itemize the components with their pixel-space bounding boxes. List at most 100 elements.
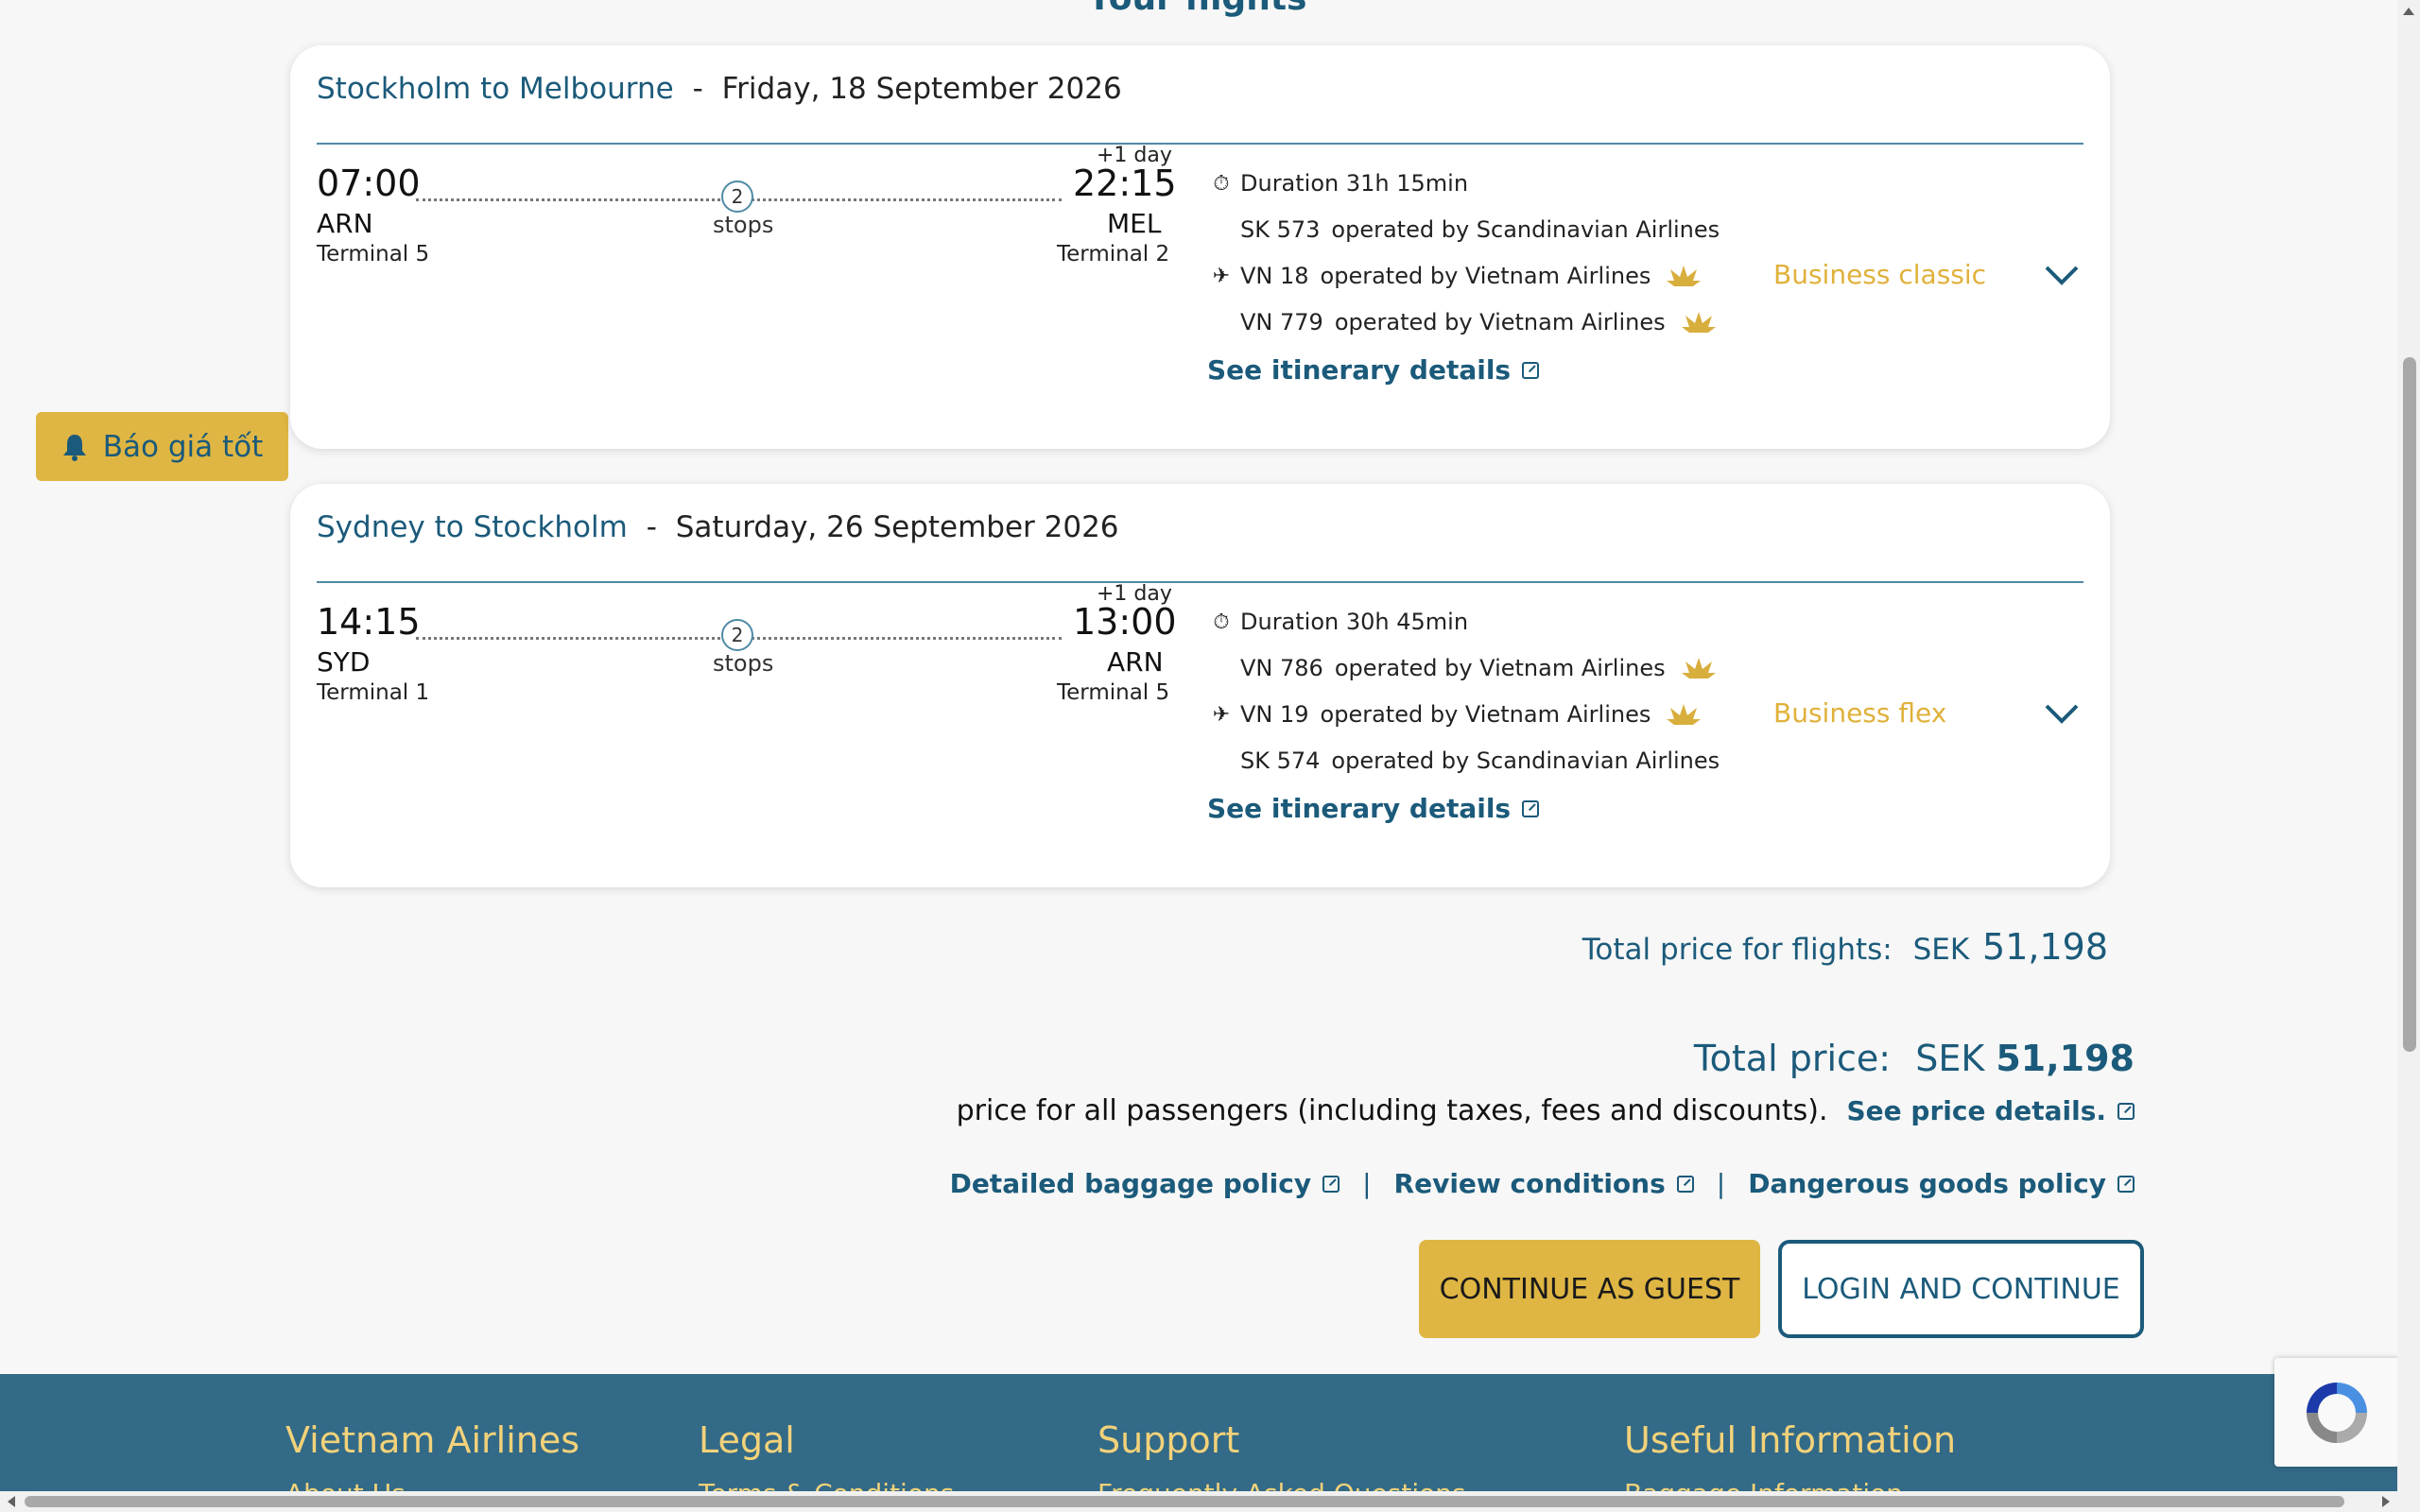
segment-operator: operated by Vietnam Airlines — [1320, 701, 1651, 728]
segment-operator: operated by Vietnam Airlines — [1334, 309, 1666, 335]
flight-date: Saturday, 26 September 2026 — [675, 510, 1119, 544]
segment-flight-number: SK 573 — [1240, 216, 1321, 243]
stops-label: stops — [713, 212, 774, 238]
external-link-icon — [1676, 1175, 1694, 1193]
segment-row: ✈ VN 19 operated by Vietnam Airlines — [1213, 701, 1702, 728]
scroll-right-arrow-icon[interactable] — [2377, 1491, 2395, 1512]
stops-count-badge: 2 — [721, 180, 753, 213]
depart-terminal: Terminal 5 — [317, 242, 430, 266]
price-alert-label: Báo giá tốt — [102, 429, 264, 464]
link-separator: | — [1716, 1168, 1726, 1199]
arrive-terminal: Terminal 2 — [1057, 242, 1170, 266]
depart-airport: SYD — [317, 646, 371, 678]
segment-operator: operated by Scandinavian Airlines — [1331, 216, 1720, 243]
arrive-airport: ARN — [1107, 646, 1164, 678]
baggage-policy-link[interactable]: Detailed baggage policy — [950, 1168, 1340, 1199]
arrive-terminal: Terminal 5 — [1057, 680, 1170, 705]
arrive-time: 22:15 — [1073, 163, 1177, 204]
total-price-row: Total price: SEK 51,198 — [1694, 1038, 2135, 1079]
vertical-scroll-thumb[interactable] — [2403, 357, 2416, 1052]
depart-time: 14:15 — [317, 601, 421, 643]
flight-card-header: Stockholm to Melbourne - Friday, 18 Sept… — [317, 72, 1122, 106]
external-link-icon — [1522, 799, 1540, 817]
total-price-amount: 51,198 — [1996, 1038, 2135, 1079]
airplane-icon: ✈ — [1212, 702, 1231, 727]
dangerous-goods-label: Dangerous goods policy — [1748, 1168, 2106, 1199]
total-price-currency: SEK — [1915, 1038, 1985, 1079]
segment-flight-number: SK 574 — [1240, 747, 1321, 774]
lotus-logo-icon — [1667, 704, 1702, 725]
depart-terminal: Terminal 1 — [317, 680, 430, 705]
flight-date: Friday, 18 September 2026 — [721, 72, 1122, 106]
external-link-icon — [1322, 1175, 1340, 1193]
price-alert-button[interactable]: Báo giá tốt — [36, 412, 288, 481]
stops-count-badge: 2 — [721, 619, 753, 651]
itinerary-link-label: See itinerary details — [1207, 354, 1512, 386]
arrive-time: 13:00 — [1073, 601, 1177, 643]
review-conditions-link[interactable]: Review conditions — [1394, 1168, 1694, 1199]
recaptcha-badge[interactable] — [2274, 1358, 2399, 1467]
stopwatch-icon: ⏱ — [1213, 171, 1230, 196]
lotus-logo-icon — [1667, 266, 1702, 286]
segment-row: VN 786 operated by Vietnam Airlines — [1240, 655, 1717, 681]
itinerary-link-label: See itinerary details — [1207, 793, 1512, 824]
see-itinerary-link[interactable]: See itinerary details — [1207, 793, 1540, 824]
recaptcha-icon — [2307, 1383, 2367, 1443]
flights-total-row: Total price for flights: SEK 51,198 — [1582, 926, 2108, 968]
footer-column-title: Legal — [699, 1419, 795, 1461]
segment-operator: operated by Vietnam Airlines — [1334, 655, 1666, 681]
flights-total-amount: 51,198 — [1982, 926, 2108, 968]
lotus-logo-icon — [1681, 312, 1716, 333]
dangerous-goods-link[interactable]: Dangerous goods policy — [1748, 1168, 2135, 1199]
segment-row: SK 573 operated by Scandinavian Airlines — [1240, 216, 1720, 243]
stopwatch-icon: ⏱ — [1213, 610, 1230, 634]
scroll-up-arrow-icon[interactable] — [2397, 2, 2420, 21]
login-and-continue-button[interactable]: LOGIN AND CONTINUE — [1778, 1240, 2144, 1338]
segment-flight-number: VN 18 — [1240, 263, 1309, 289]
horizontal-scrollbar[interactable] — [0, 1491, 2420, 1512]
segment-flight-number: VN 779 — [1240, 309, 1323, 335]
card-divider — [317, 581, 2083, 583]
segment-row: VN 779 operated by Vietnam Airlines — [1240, 309, 1717, 335]
total-price-label: Total price: — [1693, 1038, 1892, 1079]
bell-icon — [62, 434, 86, 461]
header-separator: - — [692, 72, 703, 106]
duration-text: Duration 30h 45min — [1240, 609, 1469, 635]
price-note: price for all passengers (including taxe… — [956, 1094, 1828, 1127]
scroll-left-arrow-icon[interactable] — [2, 1491, 21, 1512]
duration-row: ⏱ Duration 30h 45min — [1213, 609, 1469, 635]
route-title: Sydney to Stockholm — [317, 510, 628, 544]
chevron-down-icon[interactable] — [2043, 256, 2081, 294]
review-conditions-label: Review conditions — [1393, 1168, 1666, 1199]
depart-time: 07:00 — [317, 163, 421, 204]
see-itinerary-link[interactable]: See itinerary details — [1207, 354, 1540, 386]
segment-operator: operated by Vietnam Airlines — [1320, 263, 1651, 289]
card-divider — [317, 143, 2083, 145]
segment-flight-number: VN 786 — [1240, 655, 1323, 681]
segment-operator: operated by Scandinavian Airlines — [1331, 747, 1720, 774]
see-price-details-link[interactable]: See price details. — [1847, 1095, 2107, 1126]
segment-row: SK 574 operated by Scandinavian Airlines — [1240, 747, 1720, 774]
continue-as-guest-button[interactable]: CONTINUE AS GUEST — [1419, 1240, 1760, 1338]
lotus-logo-icon — [1681, 658, 1716, 679]
depart-airport: ARN — [317, 208, 373, 239]
price-note-row: price for all passengers (including taxe… — [957, 1094, 2135, 1127]
header-separator: - — [646, 510, 657, 544]
page-heading: Your flights — [1087, 0, 1306, 18]
horizontal-scroll-thumb[interactable] — [25, 1496, 2344, 1507]
duration-text: Duration 31h 15min — [1240, 170, 1469, 197]
flights-total-label: Total price for flights: — [1582, 933, 1893, 967]
link-separator: | — [1362, 1168, 1372, 1199]
flight-card-outbound: Stockholm to Melbourne - Friday, 18 Sept… — [290, 45, 2110, 449]
chevron-down-icon[interactable] — [2043, 695, 2081, 732]
footer-column-title: Vietnam Airlines — [285, 1419, 580, 1461]
segment-row: ✈ VN 18 operated by Vietnam Airlines — [1213, 263, 1702, 289]
external-link-icon — [2118, 1175, 2135, 1193]
segment-flight-number: VN 19 — [1240, 701, 1309, 728]
baggage-policy-label: Detailed baggage policy — [949, 1168, 1312, 1199]
flight-card-header: Sydney to Stockholm - Saturday, 26 Septe… — [317, 510, 1119, 544]
footer-column-title: Useful Information — [1624, 1419, 1957, 1461]
vertical-scrollbar[interactable] — [2397, 0, 2420, 1493]
footer-column-title: Support — [1098, 1419, 1240, 1461]
flight-card-return: Sydney to Stockholm - Saturday, 26 Septe… — [290, 484, 2110, 887]
